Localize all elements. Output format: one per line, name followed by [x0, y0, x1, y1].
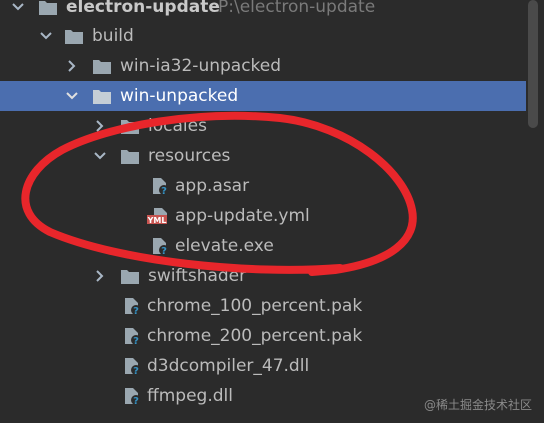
tree-item-label: resources [148, 146, 231, 166]
tree-item-label: ffmpeg.dll [147, 386, 233, 406]
svg-text:?: ? [133, 336, 139, 345]
chevron-down-icon[interactable] [38, 28, 54, 44]
tree-row-resources[interactable]: resources [0, 141, 526, 171]
folder-icon [120, 267, 140, 285]
unknown-file-icon: ? [150, 177, 170, 195]
unknown-file-icon: ? [122, 357, 142, 375]
tree-row-d3dcompiler-47-dll[interactable]: ? d3dcompiler_47.dll [0, 351, 526, 381]
chevron-down-icon[interactable] [64, 88, 80, 104]
tree-row-app-asar[interactable]: ? app.asar [0, 171, 526, 201]
folder-icon [120, 117, 140, 135]
tree-row-project-root[interactable]: electron-update P:\electron-update [0, 0, 526, 22]
tree-row-chrome-200-percent-pak[interactable]: ? chrome_200_percent.pak [0, 321, 526, 351]
tree-item-label: app-update.yml [175, 206, 310, 226]
chevron-right-icon[interactable] [64, 58, 80, 74]
watermark: @稀土掘金技术社区 [423, 398, 532, 412]
tree-item-label: chrome_100_percent.pak [147, 296, 363, 316]
tree-row-swiftshader[interactable]: swiftshader [0, 261, 526, 291]
tree-item-label: chrome_200_percent.pak [147, 326, 363, 346]
vertical-scrollbar[interactable] [528, 0, 538, 128]
chevron-down-icon[interactable] [10, 0, 26, 15]
folder-icon [92, 57, 112, 75]
chevron-right-icon[interactable] [92, 268, 108, 284]
yml-file-icon: YML [147, 207, 167, 225]
folder-icon [64, 27, 84, 45]
project-tree: electron-update P:\electron-update build… [0, 0, 544, 423]
tree-item-label: d3dcompiler_47.dll [147, 356, 310, 376]
folder-icon [120, 147, 140, 165]
unknown-file-icon: ? [150, 237, 170, 255]
tree-item-label: build [92, 26, 134, 46]
unknown-file-icon: ? [122, 297, 142, 315]
unknown-file-icon: ? [122, 387, 142, 405]
svg-text:?: ? [133, 306, 139, 315]
tree-row-win-unpacked[interactable]: win-unpacked [0, 81, 526, 111]
tree-row-build[interactable]: build [0, 21, 526, 51]
tree-row-locales[interactable]: locales [0, 111, 526, 141]
svg-text:?: ? [161, 186, 167, 195]
chevron-right-icon[interactable] [92, 118, 108, 134]
svg-text:?: ? [133, 366, 139, 375]
project-name: electron-update [66, 0, 220, 17]
svg-text:?: ? [133, 396, 139, 405]
tree-row-chrome-100-percent-pak[interactable]: ? chrome_100_percent.pak [0, 291, 526, 321]
tree-item-label: swiftshader [148, 266, 247, 286]
project-path: P:\electron-update [218, 0, 376, 17]
tree-item-label: win-unpacked [120, 86, 239, 106]
folder-icon [92, 87, 112, 105]
svg-text:?: ? [161, 246, 167, 255]
chevron-down-icon[interactable] [92, 148, 108, 164]
tree-row-app-update-yml[interactable]: YML app-update.yml [0, 201, 526, 231]
tree-item-label: elevate.exe [175, 236, 274, 256]
tree-row-win-ia32-unpacked[interactable]: win-ia32-unpacked [0, 51, 526, 81]
tree-row-elevate-exe[interactable]: ? elevate.exe [0, 231, 526, 261]
unknown-file-icon: ? [122, 327, 142, 345]
svg-text:YML: YML [147, 216, 166, 225]
tree-item-label: app.asar [175, 176, 250, 196]
tree-item-label: locales [148, 116, 207, 136]
folder-icon [38, 0, 58, 16]
tree-item-label: win-ia32-unpacked [120, 56, 282, 76]
